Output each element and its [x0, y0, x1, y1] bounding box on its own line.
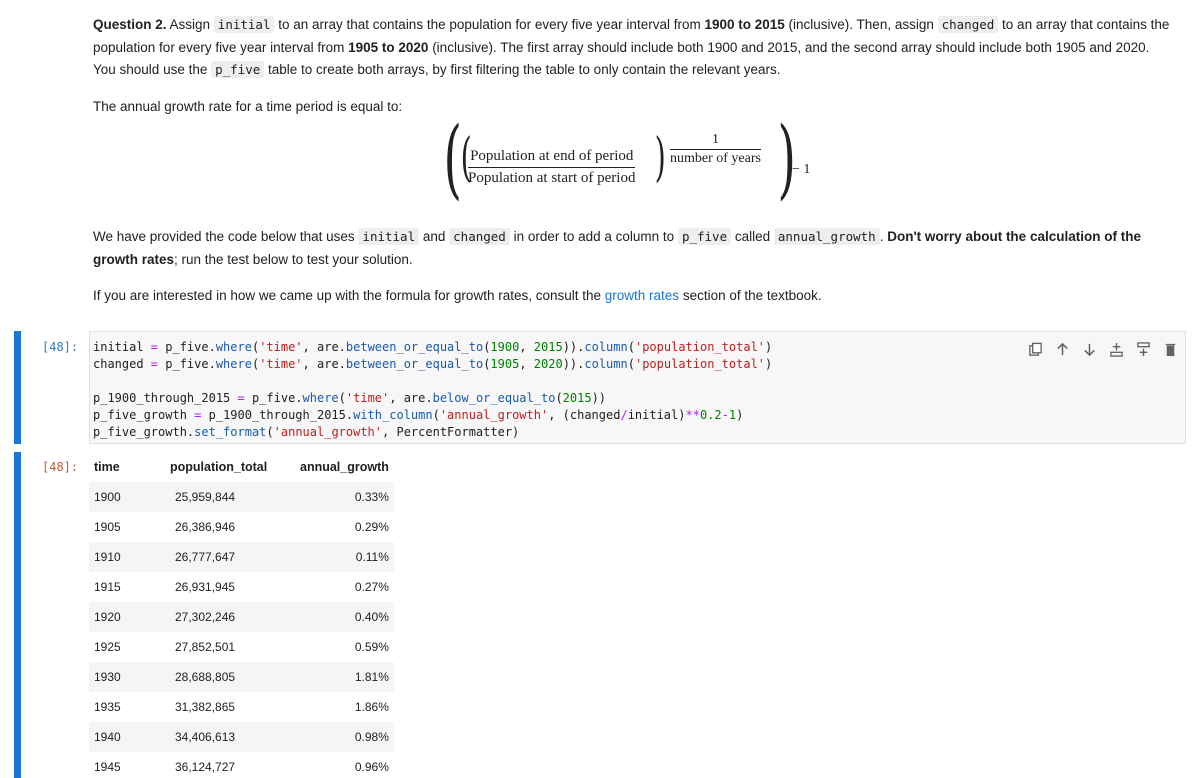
cell-time: 1930 [89, 662, 165, 692]
cell-time: 1945 [94, 760, 121, 774]
left-big-paren: ( [443, 109, 463, 209]
table-row: 1910 26,777,647 0.11% [89, 542, 394, 572]
cell-growth: 0.96% [354, 760, 389, 774]
table-row: 1930 28,688,805 1.81% [89, 662, 394, 692]
move-down-icon[interactable] [1081, 341, 1098, 358]
cell-growth: 1.81% [295, 662, 394, 692]
table-header-row: time population_total annual_growth [89, 452, 394, 482]
question-text: to an array that contains the population… [274, 17, 705, 32]
inline-code-p-five: p_five [211, 61, 265, 78]
table-row: 1900 25,959,844 0.33% [89, 482, 394, 512]
provided-text: in order to add a column to [509, 229, 678, 244]
provided-paragraph: We have provided the code below that use… [93, 226, 1173, 271]
cell-growth: 0.98% [295, 722, 394, 752]
column-header-annual-growth: annual_growth [300, 460, 389, 474]
exponent-fraction: 1 number of years [670, 132, 761, 167]
cell-population: 31,382,865 [175, 700, 236, 714]
growth-rates-link[interactable]: growth rates [605, 288, 679, 303]
column-header-time: time [94, 460, 120, 474]
cell-time: 1925 [94, 640, 121, 654]
table-row: 1915 26,931,945 0.27% [89, 572, 394, 602]
input-cell-marker[interactable] [14, 331, 21, 444]
cell-growth: 0.33% [295, 482, 394, 512]
cell-population: 25,959,844 [165, 482, 295, 512]
output-prompt: [48]: [42, 460, 79, 474]
cell-population: 26,777,647 [165, 542, 295, 572]
cell-toolbar [1027, 340, 1179, 358]
cell-time: 1920 [89, 602, 165, 632]
cell-time: 1940 [89, 722, 165, 752]
table-row: 1935 31,382,865 1.86% [89, 692, 394, 722]
inline-code-p-five: p_five [677, 228, 732, 245]
cell-growth: 1.86% [354, 700, 389, 714]
cell-growth: 0.11% [295, 542, 394, 572]
insert-below-icon[interactable] [1135, 341, 1152, 358]
growth-rate-formula: ( ( Population at end of period Populati… [444, 116, 826, 212]
delete-icon[interactable] [1162, 341, 1179, 358]
bold-range: 1900 to 2015 [704, 17, 785, 32]
cell-time: 1910 [89, 542, 165, 572]
copy-icon[interactable] [1027, 341, 1044, 358]
interest-paragraph: If you are interested in how we came up … [93, 285, 1173, 308]
inline-code-initial: initial [213, 16, 275, 33]
provided-text: ; run the test below to test your soluti… [174, 251, 413, 267]
table-row: 1920 27,302,246 0.40% [89, 602, 394, 632]
interest-text: If you are interested in how we came up … [93, 288, 605, 303]
question-text: table to create both arrays, by first fi… [264, 62, 781, 77]
move-up-icon[interactable] [1054, 341, 1071, 358]
cell-population: 26,386,946 [175, 520, 236, 534]
provided-text: We have provided the code below that use… [93, 229, 359, 244]
population-fraction: Population at end of period Population a… [468, 148, 636, 187]
question-label: Question 2. [93, 17, 167, 32]
cell-population: 26,931,945 [175, 580, 236, 594]
cell-time: 1915 [94, 580, 121, 594]
code-editor[interactable]: initial = p_five.where('time', are.betwe… [89, 331, 1186, 444]
insert-above-icon[interactable] [1108, 341, 1125, 358]
provided-text: called [731, 229, 774, 244]
inline-code-annual-growth: annual_growth [773, 228, 880, 245]
table-row: 1925 27,852,501 0.59% [89, 632, 394, 662]
table-row: 1905 26,386,946 0.29% [89, 512, 394, 542]
question-paragraph: Question 2. Assign initial to an array t… [93, 14, 1173, 82]
inline-code-changed: changed [449, 228, 510, 245]
input-prompt: [48]: [42, 340, 79, 354]
question-text: (inclusive). Then, assign [784, 17, 938, 32]
cell-growth: 0.29% [354, 520, 389, 534]
fraction-denominator: Population at start of period [468, 170, 636, 186]
cell-population: 27,852,501 [175, 640, 236, 654]
notebook-page: Question 2. Assign initial to an array t… [0, 0, 1197, 778]
cell-growth: 0.59% [354, 640, 389, 654]
growth-intro: The annual growth rate for a time period… [93, 98, 403, 114]
inline-code-changed: changed [937, 16, 999, 33]
right-big-paren: ) [777, 109, 797, 209]
cell-population: 34,406,613 [165, 722, 295, 752]
output-cell-marker[interactable] [14, 452, 21, 778]
bold-range: 1905 to 2020 [348, 39, 429, 55]
column-header-population-total: population_total [170, 460, 268, 474]
question-text: Assign [166, 17, 214, 32]
output-table: time population_total annual_growth 1900… [89, 452, 394, 778]
minus-one: − 1 [792, 162, 811, 177]
cell-time: 1900 [89, 482, 165, 512]
fraction-numerator: Population at end of period [468, 148, 636, 168]
cell-population: 28,688,805 [165, 662, 295, 692]
cell-population: 36,124,727 [175, 760, 236, 774]
interest-text: section of the textbook. [679, 288, 822, 303]
cell-time: 1905 [94, 520, 121, 534]
table-row: 1945 36,124,727 0.96% [89, 752, 394, 778]
right-inner-paren: ) [654, 128, 666, 188]
cell-growth: 0.40% [295, 602, 394, 632]
table-row: 1940 34,406,613 0.98% [89, 722, 394, 752]
code-text[interactable]: initial = p_five.where('time', are.betwe… [93, 339, 772, 441]
cell-population: 27,302,246 [165, 602, 295, 632]
exponent-numerator: 1 [670, 132, 761, 150]
cell-time: 1935 [94, 700, 121, 714]
inline-code-initial: initial [358, 228, 420, 245]
exponent-denominator: number of years [670, 151, 761, 166]
provided-text: and [419, 229, 450, 244]
cell-growth: 0.27% [354, 580, 389, 594]
